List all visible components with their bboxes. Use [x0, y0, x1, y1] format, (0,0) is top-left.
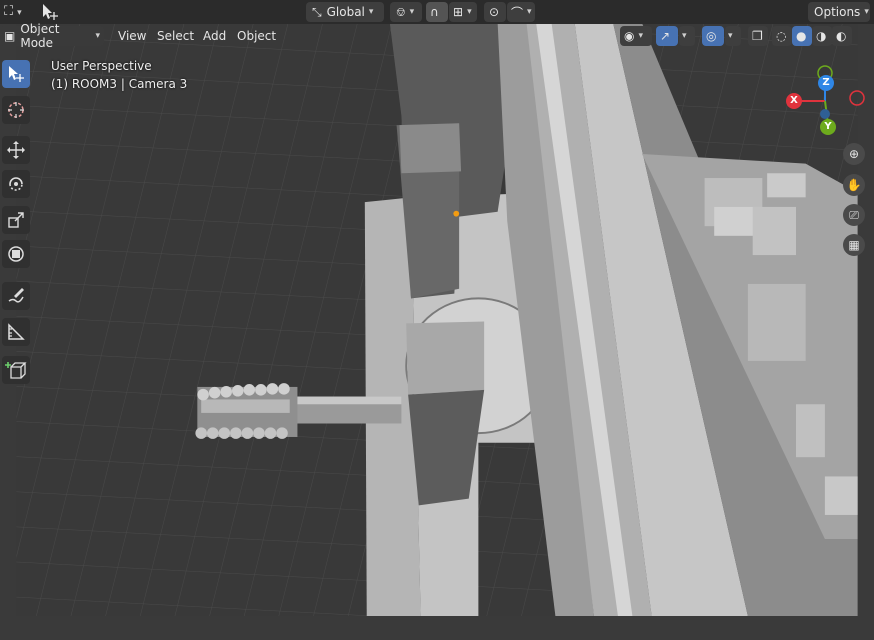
object-mode-icon: ▣	[4, 29, 16, 43]
scale-tool[interactable]	[2, 206, 30, 234]
shading-rendered-button[interactable]: ◐	[832, 26, 852, 46]
magnet-icon: ∩	[430, 5, 439, 19]
falloff-curve-icon: ⌒	[511, 5, 524, 20]
grid-perspective-icon: ▦	[848, 238, 860, 252]
3d-viewport[interactable]	[0, 24, 874, 640]
rotate-icon	[9, 177, 23, 191]
menu-add[interactable]: Add	[203, 29, 226, 45]
eye-icon: ◉	[624, 29, 635, 43]
options-dropdown[interactable]: Options ▾	[808, 2, 870, 22]
chevron-down-icon: ▾	[409, 7, 415, 17]
rendered-sphere-icon: ◐	[836, 29, 847, 43]
gizmo-toggle-button[interactable]: ↗	[656, 26, 678, 46]
visibility-dropdown[interactable]: ◉ ▾	[620, 26, 652, 46]
snap-grid-icon: ⊞	[453, 5, 464, 19]
orientation-label: Global	[326, 5, 365, 19]
proportional-edit-icon: ⊙	[489, 5, 500, 19]
add-cube-icon	[5, 362, 27, 379]
gizmo-icon: ↗	[660, 29, 671, 43]
mode-label: Object Mode	[20, 22, 60, 50]
mode-bar: ▣ Object Mode ▾ View Select Add Object ◉…	[0, 22, 874, 50]
magnifier-zoom-icon: ⊕	[848, 147, 860, 161]
xray-toggle-button[interactable]: ❐	[748, 26, 768, 46]
menu-object[interactable]: Object	[237, 29, 276, 45]
gizmo-z-axis[interactable]: Z	[818, 75, 834, 91]
chevron-down-icon: ▾	[527, 7, 532, 17]
zoom-button[interactable]: ⊕	[843, 143, 865, 165]
proportional-edit-button[interactable]: ⊙	[484, 2, 506, 22]
chevron-down-icon: ▾	[682, 31, 687, 41]
mode-dropdown[interactable]: ▣ Object Mode ▾	[0, 22, 104, 50]
ruler-icon	[8, 323, 25, 340]
gizmo-dropdown[interactable]: ▾	[679, 26, 695, 46]
snap-target-dropdown[interactable]: ⊞ ▾	[449, 2, 477, 22]
chevron-down-icon: ▾	[864, 7, 869, 17]
cursor-tool[interactable]	[2, 96, 30, 124]
move-cursor-icon[interactable]	[40, 2, 60, 22]
header-bar: ⛶ ▾ ⤡ Global ▾ ⎊ ▾ ∩ ⊞ ▾ ⊙ ⌒ ▾ Options ▾	[0, 0, 874, 24]
solid-sphere-icon: ●	[796, 29, 807, 43]
viewport-scene	[16, 24, 858, 616]
overlay-toggle-button[interactable]: ◎	[702, 26, 724, 46]
add-cube-tool[interactable]	[2, 356, 30, 384]
camera-icon: ⎚	[849, 207, 859, 222]
menu-select[interactable]: Select	[157, 29, 194, 45]
wireframe-sphere-icon: ◌	[776, 29, 787, 43]
menu-view[interactable]: View	[118, 29, 146, 45]
chevron-down-icon: ▾	[95, 31, 100, 41]
overlay-dropdown[interactable]: ▾	[725, 26, 741, 46]
transform-tool[interactable]	[2, 240, 30, 268]
annotate-pencil-icon	[8, 288, 24, 303]
shading-wireframe-button[interactable]: ◌	[772, 26, 792, 46]
3d-cursor-icon	[8, 102, 24, 118]
select-box-tool[interactable]	[2, 60, 30, 88]
annotate-tool[interactable]	[2, 282, 30, 310]
snap-toggle-button[interactable]: ∩	[426, 2, 448, 22]
chevron-down-icon: ▾	[728, 31, 733, 41]
chevron-down-icon: ▾	[467, 7, 472, 17]
xray-icon: ❐	[752, 29, 763, 43]
perspective-label: User Perspective	[51, 59, 152, 73]
gizmo-y-axis[interactable]: Y	[820, 119, 836, 135]
rotate-tool[interactable]	[2, 170, 30, 198]
camera-view-button[interactable]: ⎚	[843, 204, 865, 226]
stacked-spheres	[195, 383, 298, 439]
hand-icon: ✋	[846, 178, 862, 192]
chevron-down-icon: ▾	[638, 31, 644, 41]
move-tool[interactable]	[2, 136, 30, 164]
pivot-icon: ⎊	[396, 4, 406, 19]
falloff-dropdown[interactable]: ⌒ ▾	[507, 2, 535, 22]
pivot-point-dropdown[interactable]: ⎊ ▾	[390, 2, 422, 22]
move-arrows-icon	[7, 141, 25, 159]
transform-icon	[8, 246, 24, 262]
orientation-dropdown[interactable]: ⤡ Global ▾	[306, 2, 384, 22]
measure-tool[interactable]	[2, 318, 30, 346]
scale-icon	[8, 212, 24, 228]
material-sphere-icon: ◑	[816, 29, 827, 43]
chevron-down-icon: ▾	[368, 7, 374, 17]
editor-type-icon[interactable]: ⛶ ▾	[4, 4, 26, 20]
options-label: Options	[814, 5, 861, 19]
select-box-icon	[9, 66, 24, 82]
overlay-icon: ◎	[706, 29, 717, 43]
pan-button[interactable]: ✋	[843, 174, 865, 196]
shading-solid-button[interactable]: ●	[792, 26, 812, 46]
shading-material-button[interactable]: ◑	[812, 26, 832, 46]
gizmo-x-axis[interactable]: X	[786, 93, 802, 109]
orientation-icon: ⤡	[312, 4, 322, 19]
active-object-label: (1) ROOM3 | Camera 3	[51, 77, 188, 91]
navigation-gizmo[interactable]: Z X Y	[780, 62, 874, 142]
perspective-toggle-button[interactable]: ▦	[843, 234, 865, 256]
